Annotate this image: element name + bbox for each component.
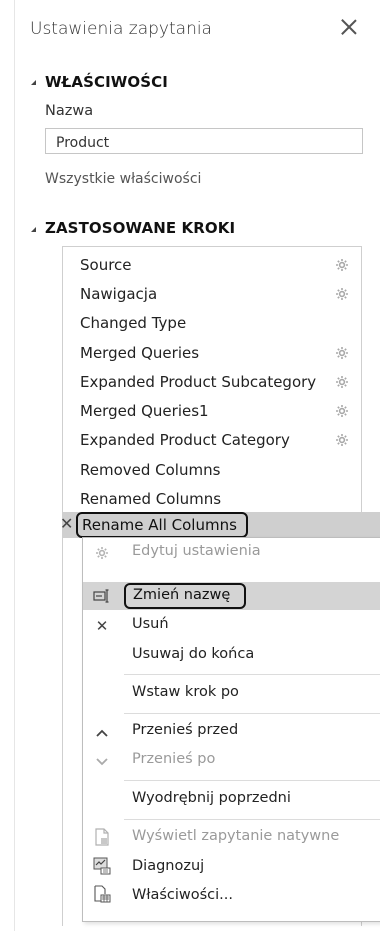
delete-step-icon[interactable]: ✕ (60, 514, 73, 533)
collapse-triangle-icon[interactable] (31, 227, 36, 232)
menu-item-delete[interactable]: Usuń (132, 616, 169, 632)
step-item[interactable]: Source (80, 256, 132, 274)
chevron-down-icon (93, 753, 111, 771)
step-item[interactable]: Expanded Product Subcategory (80, 373, 316, 391)
menu-item-move-before[interactable]: Przenieś przed (132, 722, 238, 738)
step-item[interactable]: Removed Columns (80, 461, 220, 479)
gear-icon[interactable] (335, 404, 349, 418)
step-item[interactable]: Expanded Product Category (80, 431, 290, 449)
menu-item-rename[interactable]: Zmień nazwę (124, 583, 246, 609)
step-item[interactable]: Nawigacja (80, 285, 157, 303)
diagnose-icon (93, 857, 111, 875)
all-properties-link[interactable]: Wszystkie właściwości (45, 171, 201, 187)
menu-item-move-after[interactable]: Przenieś po (132, 751, 215, 767)
query-name-input[interactable] (45, 128, 363, 154)
close-icon[interactable] (339, 17, 359, 37)
gear-icon (93, 544, 111, 562)
step-item[interactable]: Renamed Columns (80, 490, 221, 508)
gear-icon[interactable] (335, 287, 349, 301)
menu-separator (124, 780, 380, 781)
step-item[interactable]: Merged Queries (80, 344, 199, 362)
menu-separator (124, 674, 380, 675)
delete-icon: ✕ (95, 617, 109, 635)
menu-item-properties[interactable]: Właściwości... (132, 887, 233, 903)
step-item-selected[interactable]: Rename All Columns (76, 512, 248, 538)
gear-icon[interactable] (335, 433, 349, 447)
menu-separator (124, 819, 380, 820)
menu-item-delete-until-end[interactable]: Usuwaj do końca (132, 646, 254, 662)
step-item[interactable]: Merged Queries1 (80, 402, 209, 420)
menu-item-insert-step-after[interactable]: Wstaw krok po (132, 684, 239, 700)
properties-heading[interactable]: WŁAŚCIWOŚCI (45, 73, 168, 91)
collapse-triangle-icon[interactable] (31, 80, 36, 85)
step-item[interactable]: Changed Type (80, 314, 186, 332)
gear-icon[interactable] (335, 346, 349, 360)
menu-item-extract-previous[interactable]: Wyodrębnij poprzedni (132, 790, 291, 806)
rename-icon (93, 587, 111, 605)
native-query-icon (93, 828, 111, 846)
query-settings-panel: Ustawienia zapytania WŁAŚCIWOŚCI Nazwa W… (0, 0, 380, 931)
menu-item-diagnose[interactable]: Diagnozuj (132, 858, 204, 874)
panel-left-border (14, 0, 15, 931)
menu-item-view-native-query[interactable]: Wyświetl zapytanie natywne (132, 828, 339, 844)
panel-title: Ustawienia zapytania (30, 19, 212, 39)
gear-icon[interactable] (335, 258, 349, 272)
name-label: Nazwa (45, 103, 94, 119)
menu-item-edit-settings[interactable]: Edytuj ustawienia (132, 543, 261, 559)
gear-icon[interactable] (335, 375, 349, 389)
properties-icon (93, 885, 111, 903)
menu-separator (124, 713, 380, 714)
applied-steps-heading[interactable]: ZASTOSOWANE KROKI (45, 219, 235, 237)
chevron-up-icon (93, 724, 111, 742)
